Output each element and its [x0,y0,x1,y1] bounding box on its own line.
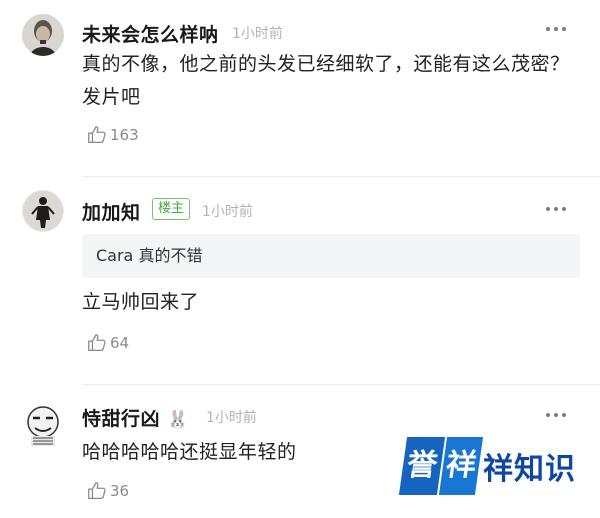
watermark-char: 祥 [438,437,484,495]
thumbs-up-icon [88,334,106,351]
more-dots-icon[interactable] [542,23,572,35]
thumbs-up-icon [88,482,106,499]
timestamp: 1小时前 [232,26,283,42]
like-count: 64 [110,334,130,352]
avatar[interactable] [22,404,64,446]
quoted-reply[interactable]: Cara 真的不错 [82,234,580,278]
timestamp: 1小时前 [206,410,257,426]
avatar[interactable] [22,190,64,232]
avatar[interactable] [22,14,64,56]
comment-item: 未来会怎么样呐 1小时前 真的不像，他之前的头发已经细软了，还能有这么茂密？发片… [0,0,600,168]
divider [82,176,600,177]
rabbit-emoji-icon: 🐰 [167,410,189,430]
divider [82,384,600,385]
watermark-char: 誉 [398,437,446,495]
more-dots-icon[interactable] [542,203,572,215]
author-badge: 楼主 [152,198,191,220]
like-count: 163 [110,126,139,144]
username-text: 恃甜行凶 [82,408,161,430]
username[interactable]: 未来会怎么样呐 [82,20,219,47]
username[interactable]: 恃甜行凶 🐰 [82,404,189,431]
like-count: 36 [110,482,130,500]
watermark-logo: 誉 祥 祥知识 [398,437,576,495]
like-button[interactable]: 36 [86,480,129,502]
comment-text: 真的不像，他之前的头发已经细软了，还能有这么茂密？发片吧 [82,53,570,108]
thumbs-up-icon [88,126,106,143]
like-button[interactable]: 163 [86,124,139,146]
watermark-text: 祥知识 [483,452,576,487]
comment-text: 立马帅回来了 [82,291,200,313]
like-button[interactable]: 64 [86,332,129,354]
comment-item: 加加知 楼主 1小时前 Cara 真的不错 立马帅回来了 64 [0,178,600,368]
timestamp: 1小时前 [202,204,253,220]
username[interactable]: 加加知 [82,198,141,225]
more-dots-icon[interactable] [542,409,572,421]
